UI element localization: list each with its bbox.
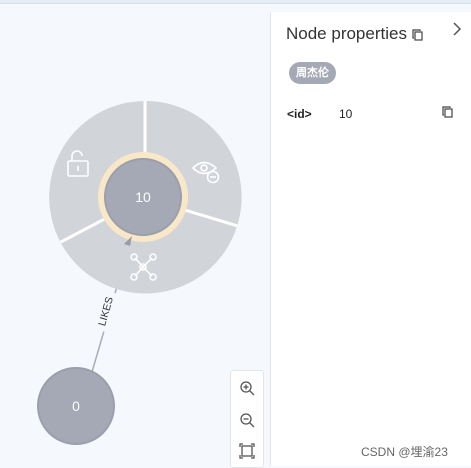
property-key: <id>: [287, 107, 312, 121]
node-label-badge[interactable]: 周杰伦: [289, 62, 336, 84]
zoom-controls: [230, 370, 264, 468]
fit-to-screen-icon[interactable]: [238, 442, 256, 460]
copy-property-icon[interactable]: [441, 105, 455, 119]
copy-icon[interactable]: [411, 28, 425, 42]
chevron-right-icon: [453, 22, 462, 36]
node-10-caption: 10: [135, 189, 151, 205]
zoom-out-icon[interactable]: [238, 411, 256, 429]
node-properties-panel: Node properties 周杰伦 <id> 10 CSDN @埋渝23: [270, 12, 471, 466]
panel-title: Node properties: [286, 24, 407, 43]
relationship-label: LIKES: [96, 295, 116, 327]
zoom-in-icon[interactable]: [238, 379, 256, 397]
node-0-caption: 0: [72, 398, 80, 414]
collapse-panel-button[interactable]: [447, 19, 467, 39]
watermark: CSDN @埋渝23: [361, 445, 448, 459]
property-value: 10: [339, 107, 353, 121]
